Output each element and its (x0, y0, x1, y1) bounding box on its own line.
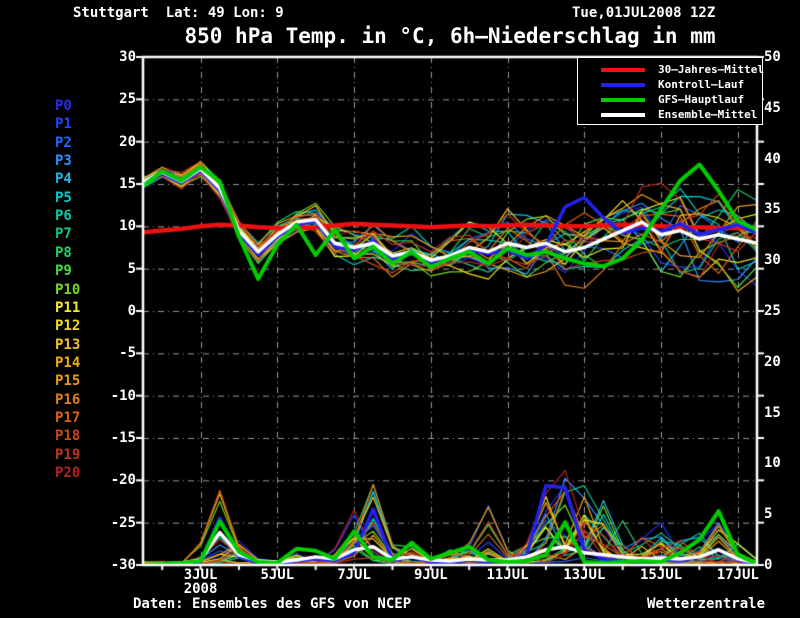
legend-item-ensemble-mean: Ensemble–Mittel (578, 107, 762, 122)
member-label-p11: P11 (55, 299, 81, 316)
legend-item-climate-mean: 30–Jahres–Mittel (578, 62, 764, 77)
run-datetime: Tue,01JUL2008 12Z (572, 5, 716, 21)
legend: 30–Jahres–Mittel Kontroll–Lauf GFS–Haupt… (577, 57, 764, 125)
year-label: 2008 (183, 581, 218, 597)
legend-label: Kontroll–Lauf (658, 78, 745, 91)
temp-tick-label: -15 (110, 430, 136, 446)
member-label-p5: P5 (55, 189, 72, 206)
date-tick-label: 15JUL (639, 567, 683, 583)
date-tick-label: 7JUL (337, 567, 371, 583)
date-tick-label: 11JUL (486, 567, 529, 583)
date-tick-label: 9JUL (413, 567, 448, 583)
precip-tick-label: 50 (764, 49, 781, 65)
member-label-p10: P10 (55, 281, 81, 298)
temp-tick-label: -30 (110, 557, 136, 573)
temp-tick-label: 5 (127, 260, 136, 277)
temp-tick-label: 10 (119, 218, 136, 235)
main-run-line-swatch (601, 97, 645, 102)
temp-tick-label: -5 (119, 345, 136, 362)
member-label-p20: P20 (55, 465, 81, 481)
member-label-p2: P2 (55, 134, 72, 151)
station-title: Stuttgart Lat: 49 Lon: 9 (73, 5, 284, 21)
meteogram-page: Stuttgart Lat: 49 Lon: 9 Tue,01JUL2008 1… (0, 0, 800, 618)
legend-label: 30–Jahres–Mittel (658, 63, 764, 76)
precip-tick-label: 15 (764, 404, 781, 421)
member-label-p16: P16 (55, 391, 81, 408)
legend-label: GFS–Hauptlauf (658, 93, 745, 106)
member-label-p6: P6 (55, 208, 72, 225)
date-tick-label: 17JUL (716, 567, 759, 583)
member-label-p0: P0 (55, 98, 72, 114)
brand-name: Wetterzentrale (647, 596, 766, 612)
member-label-p19: P19 (55, 446, 81, 463)
climate-mean-line-swatch (601, 67, 645, 72)
temp-tick-label: 20 (119, 133, 136, 150)
ensemble-mean-line-swatch (601, 112, 645, 117)
member-label-p14: P14 (55, 354, 81, 371)
temp-tick-label: -20 (110, 472, 136, 489)
temp-tick-label: 30 (119, 49, 136, 65)
temp-tick-label: 25 (119, 91, 136, 108)
member-label-p9: P9 (55, 263, 72, 280)
date-tick-label: 13JUL (563, 567, 606, 583)
temp-tick-label: -10 (110, 387, 136, 404)
temp-tick-label: -25 (110, 514, 136, 531)
member-label-p15: P15 (55, 373, 81, 390)
member-label-p13: P13 (55, 336, 81, 353)
precip-tick-label: 40 (764, 150, 781, 167)
member-label-p17: P17 (55, 409, 81, 426)
precip-tick-label: 10 (764, 455, 781, 472)
legend-label: Ensemble–Mittel (658, 108, 758, 121)
precip-tick-label: 20 (764, 353, 781, 370)
member-label-p8: P8 (55, 244, 72, 261)
member-label-p12: P12 (55, 318, 81, 335)
member-label-p3: P3 (55, 153, 72, 170)
member-label-p18: P18 (55, 428, 81, 445)
chart-title: 850 hPa Temp. in °C, 6h–Niederschlag in … (184, 24, 716, 48)
precip-tick-label: 5 (764, 506, 773, 523)
member-label-p7: P7 (55, 226, 72, 243)
legend-item-main-run: GFS–Hauptlauf (578, 92, 762, 107)
precip-tick-label: 30 (764, 252, 781, 269)
precip-tick-label: 35 (764, 201, 781, 218)
date-tick-label: 5JUL (260, 567, 295, 583)
temp-tick-label: 15 (119, 176, 136, 192)
member-label-p1: P1 (55, 116, 72, 133)
precip-tick-label: 25 (764, 303, 781, 319)
legend-item-control-run: Kontroll–Lauf (578, 77, 762, 92)
data-source-note: Daten: Ensembles des GFS von NCEP (133, 596, 412, 612)
temp-tick-label: 0 (127, 303, 136, 319)
member-label-p4: P4 (55, 171, 72, 188)
precip-tick-label: 45 (764, 99, 781, 116)
control-run-line-swatch (601, 82, 645, 87)
